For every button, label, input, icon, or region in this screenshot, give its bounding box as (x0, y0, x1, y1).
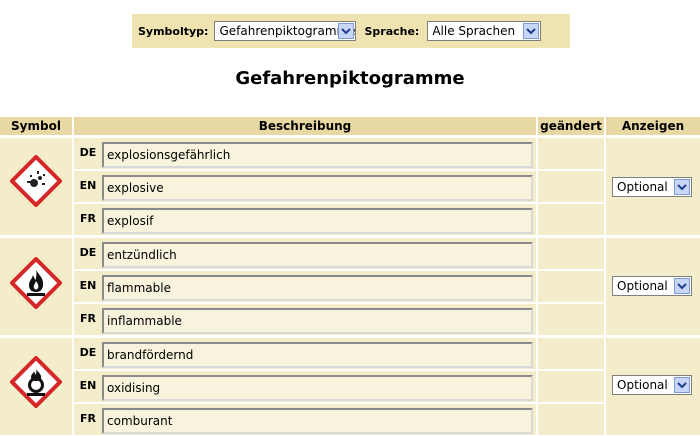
filter-bar: Symboltyp: Gefahrenpiktogramme Sprache: … (132, 14, 570, 48)
header-symbol: Symbol (0, 117, 72, 135)
anzeigen-select[interactable]: Optional (612, 177, 692, 197)
description-en-input[interactable]: oxidising (102, 375, 533, 401)
description-de-input[interactable]: entzündlich (102, 242, 533, 268)
lang-fr-label: FR (80, 212, 96, 225)
lang-de-label: DE (79, 346, 97, 359)
chevron-down-icon[interactable] (523, 23, 540, 39)
lang-en-label: EN (79, 379, 97, 392)
anzeigen-value: Optional (617, 279, 668, 293)
chevron-down-icon[interactable] (674, 278, 690, 294)
lang-en-label: EN (79, 279, 97, 292)
chevron-down-icon[interactable] (674, 179, 690, 195)
description-fr-input[interactable]: comburant (102, 408, 533, 434)
symbol-cell (0, 238, 72, 335)
flame-pictogram-icon (10, 257, 62, 309)
description-de-input[interactable]: explosionsgefährlich (102, 142, 533, 168)
description-de-input[interactable]: brandfördernd (102, 342, 533, 368)
symbol-cell (0, 338, 72, 435)
anzeigen-value: Optional (617, 378, 668, 392)
header-anzeigen: Anzeigen (606, 117, 700, 135)
header-geaendert: geändert (538, 117, 604, 135)
description-fr-input[interactable]: inflammable (102, 308, 533, 334)
flame-over-circle-pictogram-icon (10, 356, 62, 408)
symbol-cell (0, 138, 72, 235)
symboltyp-value: Gefahrenpiktogramme (219, 24, 356, 38)
symboltyp-select[interactable]: Gefahrenpiktogramme (214, 21, 357, 41)
sprache-value: Alle Sprachen (432, 24, 516, 38)
anzeigen-select[interactable]: Optional (612, 375, 692, 395)
lang-de-label: DE (79, 246, 97, 259)
chevron-down-icon[interactable] (674, 377, 690, 393)
symboltyp-label: Symboltyp: (138, 24, 209, 38)
lang-en-label: EN (79, 179, 97, 192)
description-fr-input[interactable]: explosif (102, 208, 533, 234)
anzeigen-value: Optional (617, 180, 668, 194)
explosive-pictogram-icon (10, 155, 62, 207)
anzeigen-select[interactable]: Optional (612, 276, 692, 296)
lang-fr-label: FR (80, 412, 96, 425)
description-en-input[interactable]: flammable (102, 275, 533, 301)
chevron-down-icon[interactable] (338, 23, 355, 39)
page-title: Gefahrenpiktogramme (235, 68, 465, 89)
sprache-select[interactable]: Alle Sprachen (427, 21, 542, 41)
sprache-label: Sprache: (364, 24, 420, 38)
lang-fr-label: FR (80, 312, 96, 325)
description-en-input[interactable]: explosive (102, 175, 533, 201)
header-beschreibung: Beschreibung (74, 117, 536, 135)
lang-de-label: DE (79, 146, 97, 159)
